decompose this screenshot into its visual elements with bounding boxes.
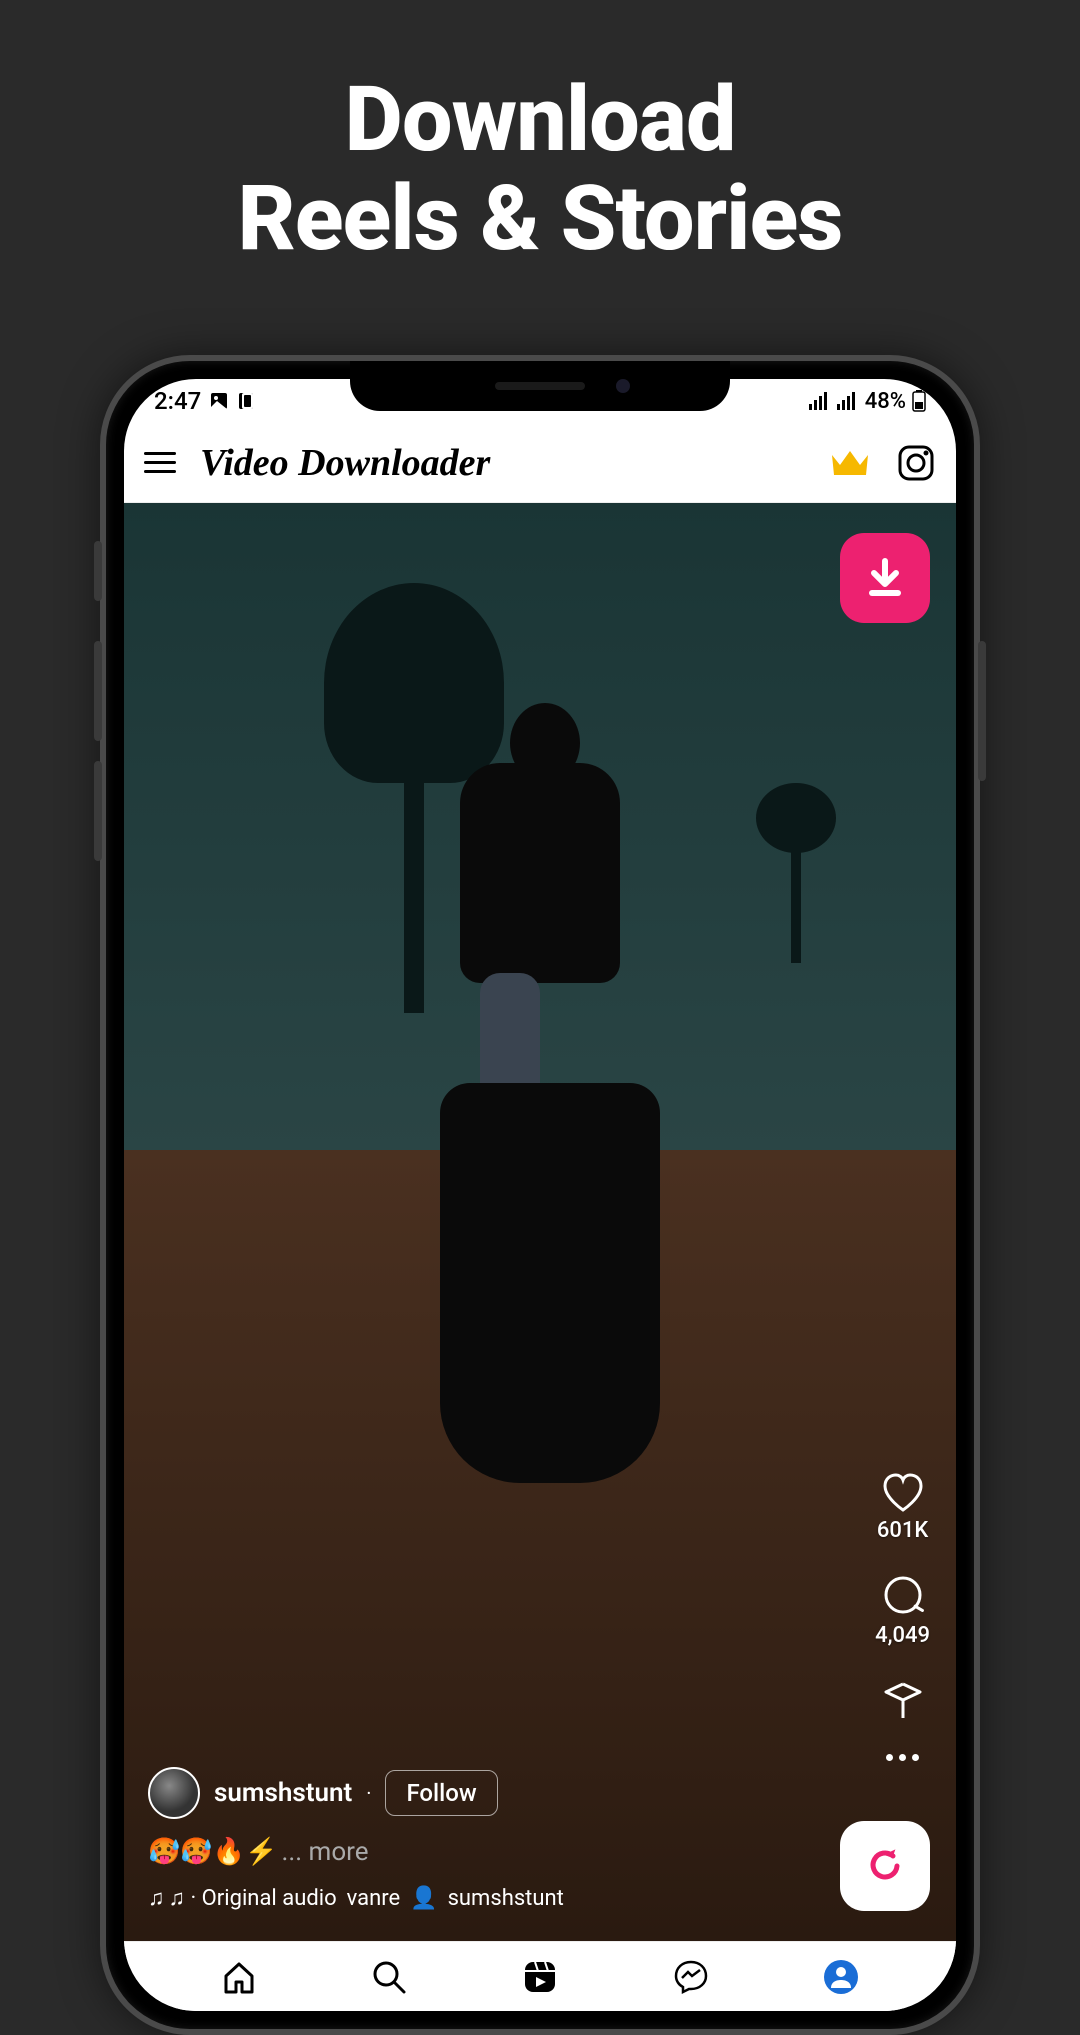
- gallery-icon: [209, 391, 229, 411]
- avatar[interactable]: [148, 1767, 200, 1819]
- caption-area: sumshstunt · Follow 🥵🥵🔥⚡ ... more ♫ ♫ · …: [148, 1767, 796, 1911]
- instagram-icon[interactable]: [896, 443, 936, 483]
- promo-line1: Download: [0, 70, 1080, 169]
- app-title: Video Downloader: [200, 441, 804, 485]
- battery-icon: [912, 390, 926, 412]
- audio-artist: vanre: [347, 1886, 401, 1911]
- phone-frame: 2:47 48%: [100, 355, 980, 2035]
- caption-emoji: 🥵🥵🔥⚡: [148, 1837, 278, 1867]
- video-area[interactable]: 601K 4,049 sumshstunt: [124, 503, 956, 1941]
- signal-icon: [809, 392, 831, 410]
- phone-power-button: [978, 641, 986, 781]
- caption-more: ... more: [282, 1837, 369, 1867]
- video-scene: [124, 503, 956, 1941]
- music-icon: ♫: [148, 1885, 165, 1911]
- comment-button[interactable]: 4,049: [875, 1575, 930, 1648]
- share-button[interactable]: [882, 1680, 924, 1722]
- phone-volume-down: [94, 761, 102, 861]
- download-button[interactable]: [840, 533, 930, 623]
- sim-icon: [237, 391, 255, 411]
- audio-row[interactable]: ♫ ♫ · Original audio vanre 👤 sumshstunt: [148, 1885, 796, 1911]
- caption-text[interactable]: 🥵🥵🔥⚡ ... more: [148, 1837, 796, 1867]
- status-battery-text: 48%: [865, 389, 906, 414]
- promo-line2: Reels & Stories: [0, 169, 1080, 268]
- nav-reels[interactable]: [520, 1957, 560, 1997]
- audio-user: sumshstunt: [448, 1886, 564, 1911]
- person-icon: 👤: [410, 1886, 437, 1911]
- status-time: 2:47: [154, 387, 201, 415]
- crown-icon[interactable]: [828, 445, 872, 481]
- nav-messenger[interactable]: [672, 1958, 710, 1996]
- app-header: Video Downloader: [124, 423, 956, 503]
- audio-label: ♫ · Original audio: [169, 1885, 337, 1911]
- notch-speaker: [495, 382, 585, 390]
- phone-volume-up: [94, 641, 102, 741]
- comment-count: 4,049: [875, 1623, 930, 1648]
- nav-home[interactable]: [220, 1958, 258, 1996]
- nav-profile[interactable]: [822, 1958, 860, 1996]
- follow-button[interactable]: Follow: [385, 1770, 497, 1816]
- side-actions: 601K 4,049: [875, 1472, 930, 1761]
- nav-search[interactable]: [370, 1958, 408, 1996]
- separator-dot: ·: [366, 1781, 371, 1805]
- like-count: 601K: [877, 1518, 928, 1543]
- promo-title: Download Reels & Stories: [0, 0, 1080, 268]
- bottom-nav: [124, 1941, 956, 2011]
- notch-camera: [616, 379, 630, 393]
- phone-notch: [350, 361, 730, 411]
- menu-button[interactable]: [144, 452, 176, 473]
- more-button[interactable]: [886, 1754, 919, 1761]
- phone-screen: 2:47 48%: [124, 379, 956, 2011]
- refresh-button[interactable]: [840, 1821, 930, 1911]
- signal-icon-2: [837, 392, 859, 410]
- username[interactable]: sumshstunt: [214, 1778, 352, 1808]
- like-button[interactable]: 601K: [877, 1472, 928, 1543]
- phone-mute-switch: [94, 541, 102, 601]
